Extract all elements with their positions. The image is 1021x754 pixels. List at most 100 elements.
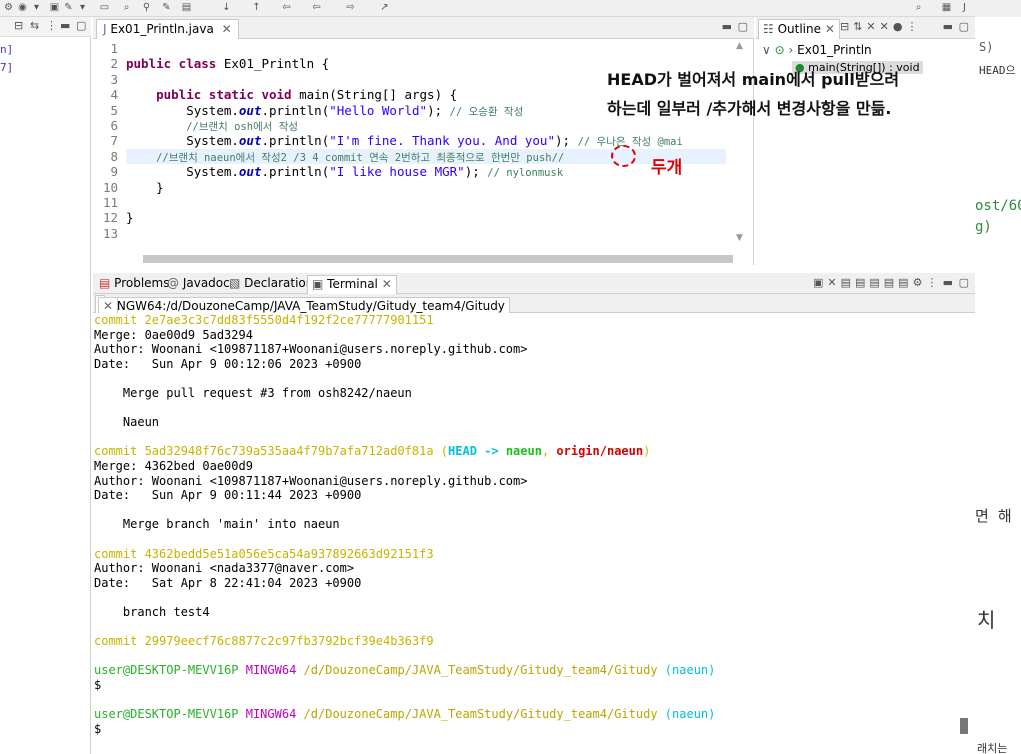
terminal-scrollbar-thumb[interactable] [960, 718, 968, 734]
maximize-icon[interactable]: ▢ [76, 19, 86, 32]
link-icon[interactable]: ⇆ [30, 19, 39, 32]
tab-problems[interactable]: ▤ Problems [95, 275, 173, 294]
field-name: out [238, 102, 262, 118]
new-window-icon[interactable]: ↗ [378, 1, 391, 15]
line-number: 9 [110, 164, 118, 180]
debug-icon[interactable]: ◉ [16, 1, 29, 15]
tab-outline[interactable]: ☷ Outline ✕ [758, 19, 840, 39]
edit-icon[interactable]: ✎ [160, 1, 173, 15]
line-number: 2 [110, 56, 118, 72]
horizontal-scrollbar[interactable] [143, 255, 733, 263]
java-file-icon: J [103, 22, 107, 36]
minimize-icon[interactable]: ▬ [722, 20, 732, 33]
class-icon: ⊙ [774, 43, 785, 57]
minimize-icon[interactable]: ▬ [943, 276, 953, 289]
tab-label: Outline [777, 22, 822, 36]
javadoc-icon: @ [167, 276, 179, 290]
terminal-output[interactable]: commit 2e7ae3c3c7dd83f5550d4f192f2ce7777… [93, 313, 975, 754]
dropdown-icon[interactable]: ▾ [76, 1, 89, 15]
ref-separator: , [541, 444, 557, 459]
annotation-text: HEAD가 벌어져서 main에서 pull받으려 [607, 70, 900, 89]
tab-declaration[interactable]: ▧ Declaration [225, 275, 317, 294]
maximize-icon[interactable]: ▢ [738, 20, 748, 33]
tab-javadoc[interactable]: @ Javadoc [163, 275, 234, 294]
minimize-icon[interactable]: ▬ [60, 19, 70, 32]
outline-toolbar-icons[interactable]: ⊟⇅✕✕●⋮ [840, 20, 921, 33]
menu-icon[interactable]: ⋮ [46, 19, 57, 32]
run-icon[interactable]: ✎ [62, 1, 75, 15]
chevron-down-icon: ∨ [762, 43, 771, 57]
prompt-user: user@DESKTOP-MEVV16P [94, 707, 239, 722]
line-number: 8 [110, 148, 118, 164]
monitor-icon[interactable]: ▭ [98, 1, 111, 15]
annotation-red-text: 두개 [651, 158, 683, 178]
string-literal: "Hello World" [329, 102, 428, 118]
maximize-icon[interactable]: ▢ [959, 276, 969, 289]
tree-item[interactable]: n] [0, 43, 13, 56]
chevron-right-icon: › [788, 43, 794, 57]
code-text: System. [186, 164, 239, 180]
remote-ref: origin/naeun [556, 444, 644, 459]
editor-tab[interactable]: J Ex01_Println.java ✕ [96, 19, 239, 39]
terminal-line: Author: Woonani <109871187+Woonani@users… [94, 342, 528, 357]
commit-hash: commit 29979eecf76c8877c2c97fb3792bcf39e… [94, 634, 434, 649]
field-name: out [238, 164, 262, 180]
background-text: 치 [977, 608, 996, 632]
code-text: ); [555, 133, 571, 149]
code-text: .println( [261, 133, 330, 149]
back-icon[interactable]: ⇦ [280, 1, 293, 15]
search-icon[interactable]: ⌕ [120, 1, 133, 15]
close-icon[interactable]: ✕ [825, 22, 835, 36]
line-number: 3 [110, 71, 118, 87]
terminal-icon: ▣ [312, 277, 324, 291]
package-explorer: ⊟ ⇆ ⋮ ▬ ▢ n] 7] [0, 17, 91, 754]
scroll-up-icon[interactable]: ▲ [736, 41, 743, 51]
back-icon[interactable]: ⇦ [310, 1, 323, 15]
tab-label: Javadoc [182, 276, 230, 290]
outline-class-item[interactable]: ∨ ⊙ › Ex01_Println [762, 43, 872, 57]
tab-label: Problems [114, 276, 170, 290]
line-number: 10 [102, 179, 118, 195]
terminal-line: commit 5ad32948f76c739a535aa4f79b7afa712… [93, 444, 975, 459]
box-icon[interactable]: ▤ [180, 1, 193, 15]
perspective-icon[interactable]: ▦ [940, 1, 953, 15]
terminal-line: Author: Woonani <nada3377@naver.com> [94, 561, 355, 576]
prompt-path: /d/DouzoneCamp/JAVA_TeamStudy/Gitudy_tea… [303, 663, 658, 678]
open-folder-icon[interactable]: ▣ [48, 1, 61, 15]
prompt-branch: (naeun) [664, 663, 716, 678]
code-text: .println( [261, 164, 330, 180]
comment: // nylonmusk [487, 167, 564, 180]
close-icon[interactable]: ✕ [222, 22, 232, 36]
collapse-icon[interactable]: ⊟ [14, 19, 23, 32]
search-icon[interactable]: ⌕ [912, 1, 925, 15]
tree-item[interactable]: 7] [0, 61, 13, 74]
code-text: main(String[] args) { [291, 87, 458, 103]
main-toolbar: ⚙ ◉ ▾ ▣ ✎ ▾ ▭ ⌕ ⚲ ✎ ▤ ↓ ↑ ⇦ ⇦ ⇨ ↗ ⌕ ▦ J [0, 0, 975, 17]
ref-bracket: ( [433, 444, 449, 459]
code-text: .println( [261, 102, 330, 118]
line-number: 7 [110, 133, 118, 149]
tab-terminal[interactable]: ▣ Terminal ✕ [307, 275, 397, 294]
prev-annotation-icon[interactable]: ↑ [250, 1, 263, 15]
maximize-icon[interactable]: ▢ [959, 20, 969, 33]
terminal-session-tab[interactable]: ▣ MINGW64:/d/DouzoneCamp/JAVA_TeamStudy/… [95, 295, 510, 315]
background-text: 면 해 [975, 507, 1012, 525]
prompt-path: /d/DouzoneCamp/JAVA_TeamStudy/Gitudy_tea… [303, 707, 658, 722]
forward-icon[interactable]: ⇨ [344, 1, 357, 15]
scroll-down-icon[interactable]: ▼ [736, 233, 743, 243]
settings-icon[interactable]: ⚙ [2, 1, 15, 15]
terminal-toolbar-icons[interactable]: ▣✕▤▤▤▤▤⚙⋮ [813, 276, 941, 289]
java-perspective-icon[interactable]: J [958, 1, 971, 15]
pin-icon[interactable]: ⚲ [140, 1, 153, 15]
background-window: S) HEAD으 ost/60 g) 면 해 치 래치는 [975, 0, 1021, 754]
prompt-symbol: $ [94, 677, 102, 692]
close-icon[interactable]: ✕ [382, 277, 392, 291]
next-annotation-icon[interactable]: ↓ [220, 1, 233, 15]
dropdown-icon[interactable]: ▾ [30, 1, 43, 15]
minimize-icon[interactable]: ▬ [943, 20, 953, 33]
